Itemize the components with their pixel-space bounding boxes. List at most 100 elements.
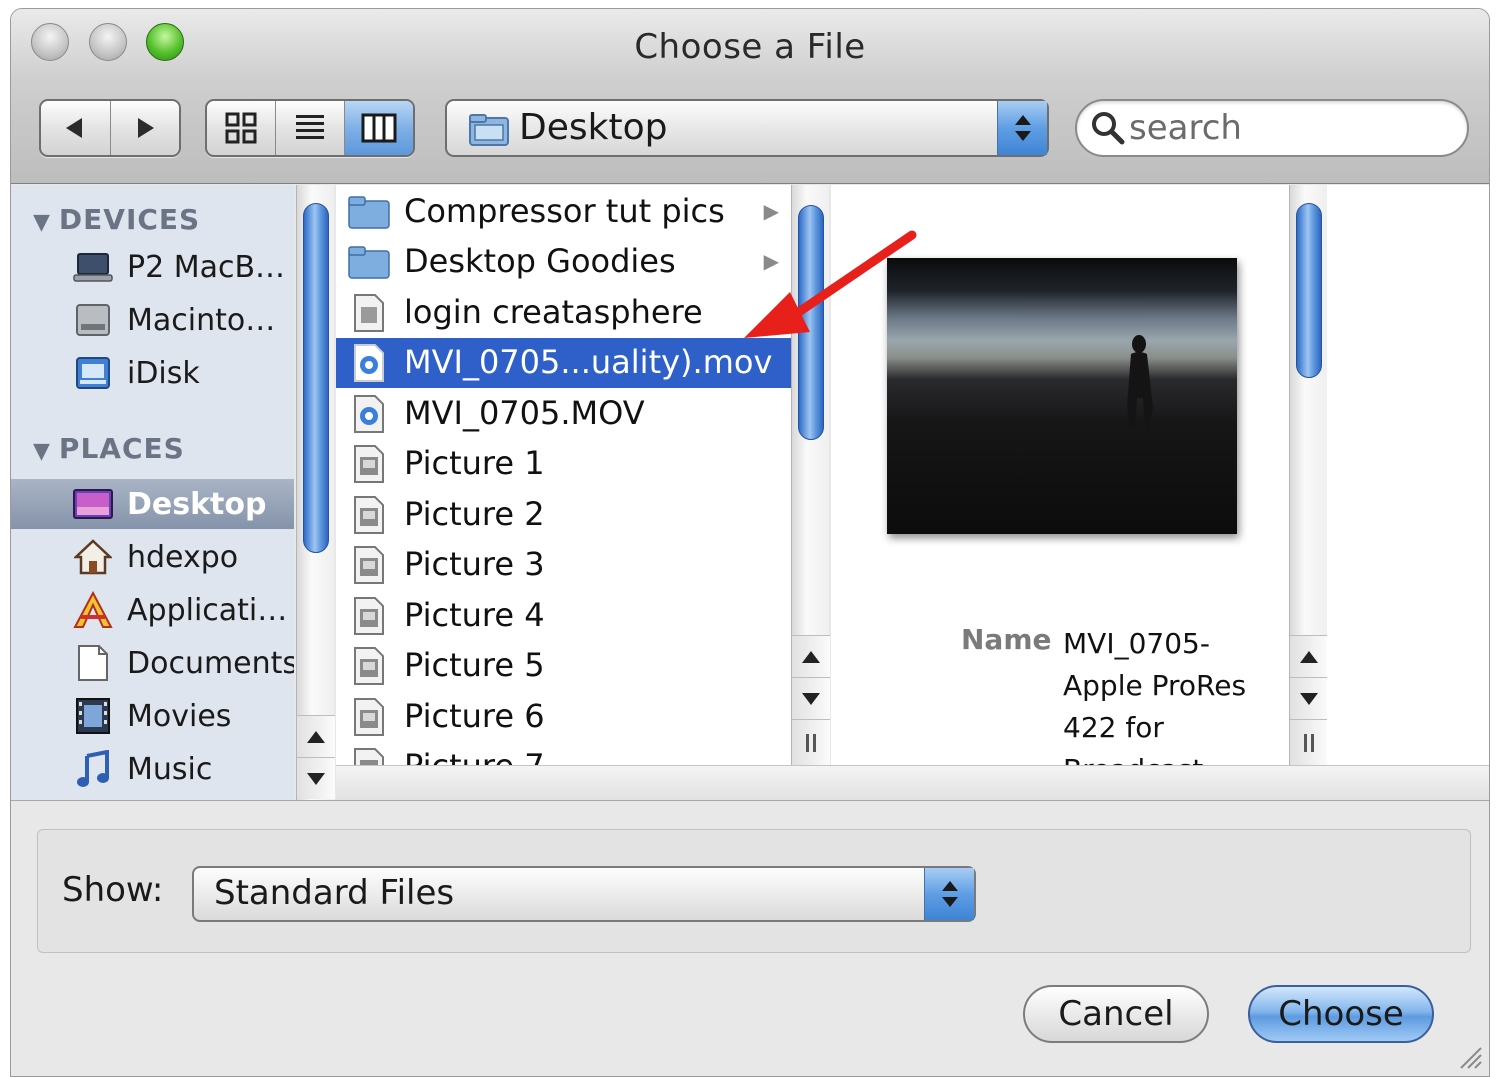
desktop-folder-icon xyxy=(469,114,509,146)
movie-preview-thumbnail xyxy=(887,258,1237,534)
sidebar-item-p2-macbook[interactable]: P2 MacB… xyxy=(11,242,294,292)
file-row-picture-5[interactable]: Picture 5 xyxy=(336,641,791,691)
documents-icon xyxy=(73,643,113,683)
search-input[interactable] xyxy=(1129,107,1449,149)
sidebar-item-applications[interactable]: Applicati… xyxy=(11,585,294,635)
sidebar-item-hdexpo[interactable]: hdexpo xyxy=(11,532,294,582)
column-view-icon xyxy=(361,113,397,143)
movies-icon xyxy=(73,696,113,736)
disclosure-triangle-icon: ▼ xyxy=(33,439,51,464)
down-arrow-icon xyxy=(1300,692,1318,705)
up-arrow-icon xyxy=(307,730,325,743)
file-row-compressor-tut-pics[interactable]: Compressor tut pics ▶ xyxy=(336,187,791,237)
preview-column: Name MVI_0705- Apple ProRes 422 for Broa… xyxy=(831,185,1289,765)
show-selected-value: Standard Files xyxy=(214,873,455,913)
disclosure-arrow-icon: ▶ xyxy=(763,199,779,223)
icon-view-button[interactable] xyxy=(207,101,276,155)
list-view-button[interactable] xyxy=(276,101,345,155)
idisk-icon xyxy=(73,353,113,393)
file-row-picture-2[interactable]: Picture 2 xyxy=(336,490,791,540)
folder-icon xyxy=(348,241,390,283)
icon-view-icon xyxy=(225,112,257,144)
image-file-icon xyxy=(348,645,390,687)
down-arrow-icon xyxy=(307,772,325,785)
view-mode-control xyxy=(205,99,415,157)
sidebar-item-idisk[interactable]: iDisk xyxy=(11,348,294,398)
sidebar-header-places[interactable]: ▼ PLACES xyxy=(33,432,185,465)
file-row-mvi-0705-mov[interactable]: MVI_0705.MOV xyxy=(336,389,791,439)
forward-button[interactable] xyxy=(111,101,180,155)
divider xyxy=(11,800,1489,801)
location-popup[interactable]: Desktop xyxy=(445,99,1049,157)
horizontal-scrollbar[interactable] xyxy=(336,765,1489,800)
resize-grip-icon xyxy=(806,733,816,752)
search-field[interactable] xyxy=(1075,99,1469,157)
window-title: Choose a File xyxy=(634,27,866,67)
titlebar: Choose a File Desktop search xyxy=(11,9,1489,184)
popup-arrows-icon xyxy=(924,868,974,920)
scroll-up-button[interactable] xyxy=(1290,635,1328,677)
scroll-down-button[interactable] xyxy=(297,757,335,799)
column-view-button[interactable] xyxy=(345,101,413,155)
applications-icon xyxy=(73,590,113,630)
scroll-down-button[interactable] xyxy=(1290,677,1328,719)
show-popup[interactable]: Standard Files xyxy=(192,866,976,922)
choose-button[interactable]: Choose xyxy=(1248,985,1434,1043)
scroll-up-button[interactable] xyxy=(297,715,335,757)
column-resize-handle[interactable] xyxy=(792,719,830,765)
image-file-icon xyxy=(348,595,390,637)
preview-name-label: Name xyxy=(961,623,1052,656)
cancel-button[interactable]: Cancel xyxy=(1023,985,1209,1043)
sidebar-item-documents[interactable]: Documents xyxy=(11,638,294,688)
image-file-icon xyxy=(348,544,390,586)
disclosure-arrow-icon: ▶ xyxy=(763,249,779,273)
file-row-mvi-0705-quality-mov[interactable]: MVI_0705...uality).mov xyxy=(336,338,791,388)
sidebar-item-movies[interactable]: Movies xyxy=(11,691,294,741)
nav-buttons xyxy=(39,99,181,157)
preview-scrollbar[interactable] xyxy=(1289,185,1328,765)
empty-column xyxy=(1327,185,1489,765)
up-arrow-icon xyxy=(1300,650,1318,663)
up-arrow-icon xyxy=(802,650,820,663)
sidebar-item-music[interactable]: Music xyxy=(11,744,294,794)
file-column-scrollbar[interactable] xyxy=(791,185,830,765)
music-icon xyxy=(73,749,113,789)
sidebar-item-desktop[interactable]: Desktop xyxy=(11,479,294,529)
sidebar-item-macintosh-hd[interactable]: Macinto… xyxy=(11,295,294,345)
laptop-icon xyxy=(73,247,113,287)
file-row-picture-6[interactable]: Picture 6 xyxy=(336,692,791,742)
image-file-icon xyxy=(348,494,390,536)
back-button[interactable] xyxy=(41,101,111,155)
sidebar: ▼ DEVICES P2 MacB… Macinto… iDisk ▼ PLACES xyxy=(11,185,294,800)
folder-icon xyxy=(348,191,390,233)
file-row-picture-4[interactable]: Picture 4 xyxy=(336,591,791,641)
sidebar-scrollbar[interactable] xyxy=(296,185,335,800)
column-resize-handle[interactable] xyxy=(1290,719,1328,765)
hard-drive-icon xyxy=(73,300,113,340)
location-label: Desktop xyxy=(519,107,668,148)
document-icon xyxy=(348,292,390,334)
popup-arrows-icon xyxy=(997,101,1047,155)
movie-file-icon xyxy=(348,393,390,435)
window-resize-grip-icon[interactable] xyxy=(1453,1040,1483,1070)
file-column-scroll-thumb[interactable] xyxy=(798,205,824,440)
file-row-login-creatasphere[interactable]: login creatasphere xyxy=(336,288,791,338)
down-arrow-icon xyxy=(802,692,820,705)
file-row-picture-7[interactable]: Picture 7 xyxy=(336,742,791,765)
preview-scroll-thumb[interactable] xyxy=(1296,203,1322,378)
search-icon xyxy=(1092,112,1125,145)
sidebar-header-devices[interactable]: ▼ DEVICES xyxy=(33,203,200,236)
sidebar-scroll-thumb[interactable] xyxy=(303,203,329,553)
show-filter-box: Show: Standard Files xyxy=(37,829,1471,953)
preview-name-value: MVI_0705- Apple ProRes 422 for Broadcast… xyxy=(1063,627,1247,765)
image-file-icon xyxy=(348,696,390,738)
file-column: Compressor tut pics ▶ Desktop Goodies ▶ … xyxy=(336,185,791,765)
scroll-down-button[interactable] xyxy=(792,677,830,719)
movie-file-icon xyxy=(348,342,390,384)
file-row-desktop-goodies[interactable]: Desktop Goodies ▶ xyxy=(336,237,791,287)
resize-grip-icon xyxy=(1304,733,1314,752)
file-row-picture-3[interactable]: Picture 3 xyxy=(336,540,791,590)
list-view-icon xyxy=(296,115,324,139)
file-row-picture-1[interactable]: Picture 1 xyxy=(336,439,791,489)
scroll-up-button[interactable] xyxy=(792,635,830,677)
